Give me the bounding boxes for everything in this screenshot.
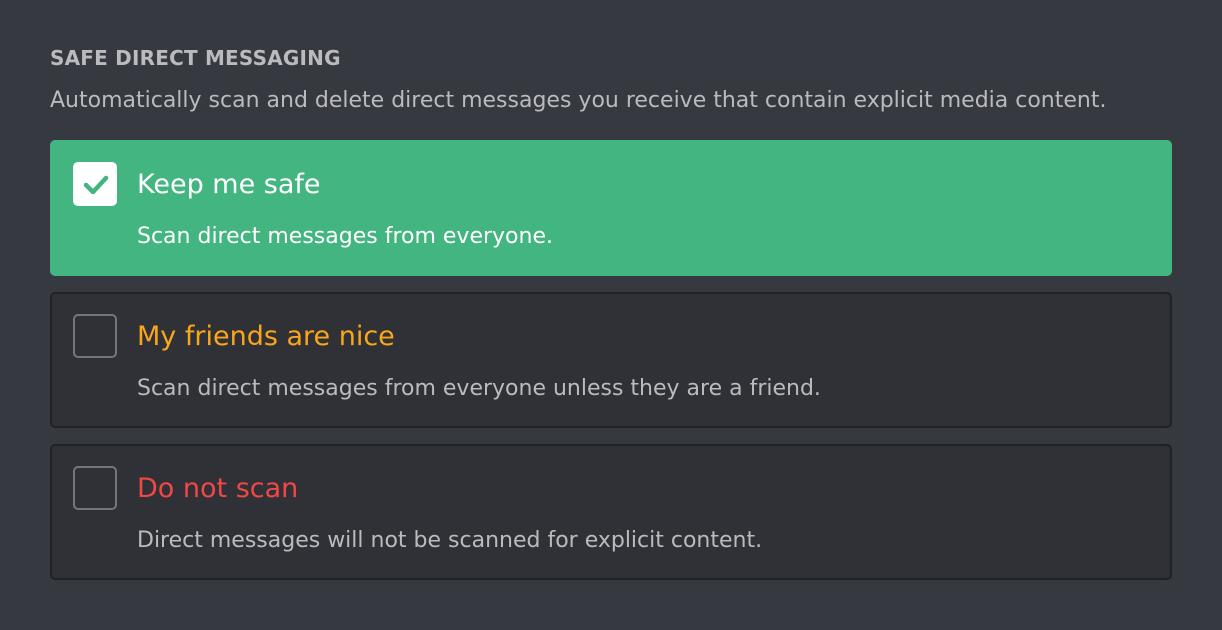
option-my-friends-are-nice[interactable]: My friends are nice Scan direct messages… bbox=[50, 292, 1172, 428]
checkbox-do-not-scan[interactable] bbox=[73, 466, 117, 510]
option-label: Do not scan bbox=[137, 473, 299, 504]
option-description: Scan direct messages from everyone unles… bbox=[137, 376, 821, 401]
option-label: Keep me safe bbox=[137, 169, 321, 200]
option-keep-me-safe[interactable]: Keep me safe Scan direct messages from e… bbox=[50, 140, 1172, 276]
option-label: My friends are nice bbox=[137, 321, 395, 352]
section-title: SAFE DIRECT MESSAGING bbox=[50, 46, 341, 70]
option-description: Direct messages will not be scanned for … bbox=[137, 528, 763, 553]
option-description: Scan direct messages from everyone. bbox=[137, 224, 553, 249]
checkbox-keep-me-safe[interactable] bbox=[73, 162, 117, 206]
check-icon bbox=[83, 175, 109, 195]
checkbox-my-friends-are-nice[interactable] bbox=[73, 314, 117, 358]
section-description: Automatically scan and delete direct mes… bbox=[50, 88, 1107, 113]
option-do-not-scan[interactable]: Do not scan Direct messages will not be … bbox=[50, 444, 1172, 580]
